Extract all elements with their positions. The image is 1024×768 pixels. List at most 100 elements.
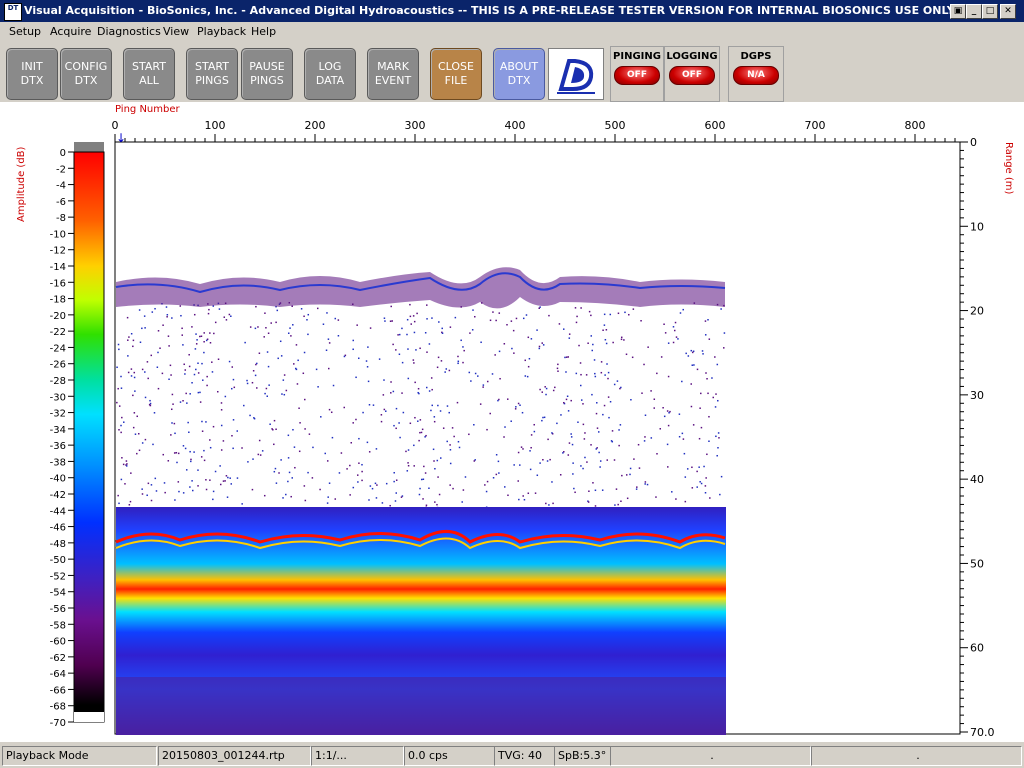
echo-speckle bbox=[291, 477, 293, 479]
biosonics-logo[interactable] bbox=[548, 48, 604, 100]
echo-speckle bbox=[212, 425, 215, 428]
echo-speckle bbox=[409, 303, 411, 306]
echo-speckle bbox=[395, 407, 398, 410]
echo-speckle bbox=[368, 451, 371, 453]
echo-speckle bbox=[244, 341, 246, 344]
echo-speckle bbox=[703, 465, 705, 468]
echo-speckle bbox=[199, 401, 202, 403]
echo-speckle bbox=[337, 335, 340, 337]
echo-speckle bbox=[656, 453, 658, 455]
echo-speckle bbox=[600, 361, 603, 363]
echo-speckle bbox=[287, 434, 290, 437]
echo-speckle bbox=[312, 446, 314, 449]
app-icon[interactable]: DT bbox=[4, 3, 22, 21]
minimize-button[interactable]: _ bbox=[966, 4, 982, 19]
echo-speckle bbox=[431, 404, 433, 407]
echo-speckle bbox=[631, 356, 634, 359]
echo-speckle bbox=[519, 404, 521, 406]
close-file-button[interactable]: CLOSE FILE bbox=[430, 48, 482, 100]
echo-speckle bbox=[492, 311, 494, 313]
echo-speckle bbox=[328, 482, 331, 484]
echo-speckle bbox=[382, 394, 385, 396]
echo-speckle bbox=[205, 421, 207, 423]
maximize-button[interactable]: □ bbox=[982, 4, 998, 19]
echo-speckle bbox=[603, 404, 606, 407]
echo-speckle bbox=[517, 480, 519, 482]
echo-speckle bbox=[136, 452, 138, 455]
echo-speckle bbox=[515, 317, 518, 320]
echo-speckle bbox=[468, 433, 470, 436]
menu-diagnostics[interactable]: Diagnostics bbox=[97, 25, 161, 38]
init-dtx-button[interactable]: INIT DTX bbox=[6, 48, 58, 100]
echo-speckle bbox=[263, 494, 266, 497]
log-data-button[interactable]: LOG DATA bbox=[304, 48, 356, 100]
close-window-button[interactable]: ✕ bbox=[1000, 4, 1016, 19]
echo-speckle bbox=[472, 309, 474, 311]
menu-playback[interactable]: Playback bbox=[197, 25, 246, 38]
echo-speckle bbox=[678, 435, 681, 438]
echo-speckle bbox=[311, 477, 314, 479]
config-dtx-button[interactable]: CONFIG DTX bbox=[60, 48, 112, 100]
mark-event-button[interactable]: MARK EVENT bbox=[367, 48, 419, 100]
echo-speckle bbox=[439, 410, 442, 412]
echo-speckle bbox=[273, 470, 276, 473]
echo-speckle bbox=[255, 305, 257, 308]
echo-speckle bbox=[520, 446, 523, 448]
menu-help[interactable]: Help bbox=[251, 25, 276, 38]
echo-speckle bbox=[424, 472, 427, 474]
echo-speckle bbox=[151, 311, 154, 313]
toolbar: INIT DTX CONFIG DTX START ALL START PING… bbox=[0, 42, 1024, 103]
echo-speckle bbox=[434, 467, 436, 470]
restore-window-button[interactable]: ▣ bbox=[950, 4, 966, 19]
echo-speckle bbox=[659, 428, 662, 430]
echo-speckle bbox=[197, 469, 199, 471]
echo-speckle bbox=[191, 326, 193, 328]
echo-speckle bbox=[715, 435, 717, 438]
echo-speckle bbox=[698, 437, 701, 440]
echo-speckle bbox=[123, 421, 125, 423]
colorbar-tick-label: -16 bbox=[50, 278, 66, 289]
echo-speckle bbox=[632, 308, 635, 310]
about-dtx-button[interactable]: ABOUT DTX bbox=[493, 48, 545, 100]
dgps-label: DGPS bbox=[740, 51, 772, 62]
echo-speckle bbox=[168, 378, 170, 381]
echo-speckle bbox=[384, 320, 386, 322]
start-pings-button[interactable]: START PINGS bbox=[186, 48, 238, 100]
echo-speckle bbox=[479, 403, 482, 405]
pause-pings-button[interactable]: PAUSE PINGS bbox=[241, 48, 293, 100]
echogram-svg[interactable]: Amplitude (dB) 0 -2 -4 -6 -8 -10 -12 -14 -16 -18 -… bbox=[0, 102, 1024, 742]
echo-speckle bbox=[116, 401, 118, 404]
echo-speckle bbox=[644, 481, 647, 483]
echo-speckle bbox=[304, 398, 306, 401]
echo-speckle bbox=[246, 382, 249, 385]
echo-speckle bbox=[611, 430, 614, 432]
echo-speckle bbox=[251, 381, 254, 384]
echo-speckle bbox=[528, 357, 531, 360]
echo-speckle bbox=[132, 345, 134, 348]
colorbar-tick-label: -18 bbox=[50, 295, 66, 306]
echo-speckle bbox=[593, 359, 596, 361]
echo-speckle bbox=[486, 480, 489, 483]
echo-speckle bbox=[413, 320, 416, 323]
echo-speckle bbox=[714, 406, 717, 408]
echo-speckle bbox=[453, 435, 455, 438]
echo-speckle bbox=[679, 312, 682, 314]
echo-speckle bbox=[293, 363, 295, 365]
start-all-button[interactable]: START ALL bbox=[123, 48, 175, 100]
menu-view[interactable]: View bbox=[163, 25, 189, 38]
echo-speckle bbox=[361, 470, 363, 473]
echo-speckle bbox=[594, 372, 596, 375]
echo-speckle bbox=[692, 424, 695, 426]
echo-speckle bbox=[162, 324, 164, 326]
echo-speckle bbox=[117, 494, 119, 497]
menu-setup[interactable]: Setup bbox=[9, 25, 41, 38]
echo-speckle bbox=[590, 335, 593, 337]
menu-acquire[interactable]: Acquire bbox=[50, 25, 91, 38]
echo-speckle bbox=[611, 440, 614, 443]
echo-speckle bbox=[277, 357, 279, 360]
echo-speckle bbox=[367, 346, 369, 348]
echo-speckle bbox=[392, 343, 394, 346]
echo-speckle bbox=[583, 438, 586, 440]
echo-speckle bbox=[220, 449, 223, 451]
echo-speckle bbox=[258, 439, 261, 442]
